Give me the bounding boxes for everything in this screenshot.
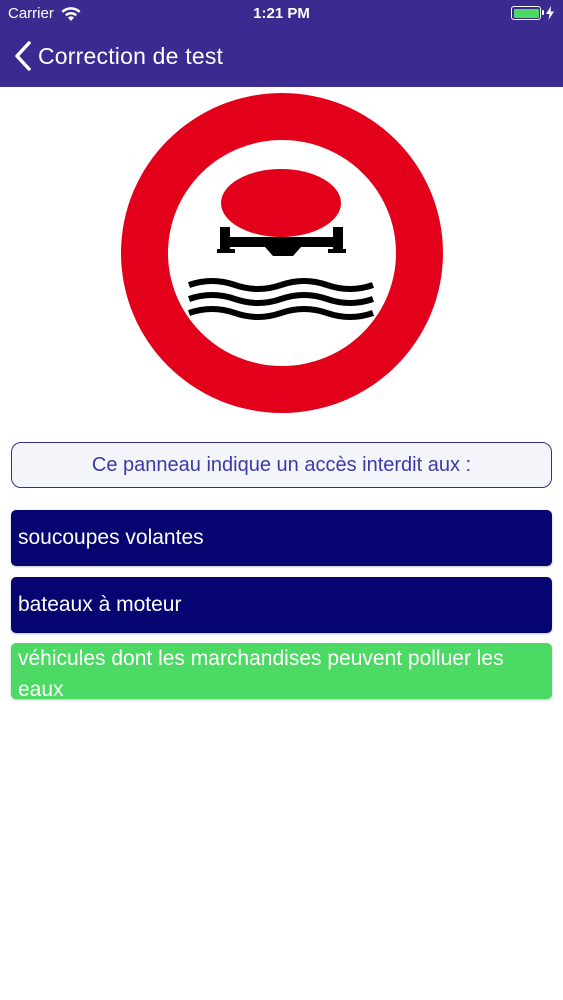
question-text: Ce panneau indique un accès interdit aux… <box>91 453 472 476</box>
answer-option-1[interactable]: soucoupes volantes <box>11 510 552 566</box>
chevron-left-icon <box>15 41 31 71</box>
status-time: 1:21 PM <box>253 5 310 22</box>
answer-option-2[interactable]: bateaux à moteur <box>11 577 552 633</box>
app-header: Carrier 1:21 PM Correction de test <box>0 0 563 87</box>
sign-image-area <box>0 87 563 422</box>
answer-label: véhicules dont les marchandises peuvent … <box>18 647 504 701</box>
battery-icon <box>511 6 544 20</box>
page-title: Correction de test <box>38 42 224 69</box>
status-bar: Carrier 1:21 PM <box>0 0 563 30</box>
answer-option-3-correct[interactable]: véhicules dont les marchandises peuvent … <box>11 643 552 701</box>
answer-label: soucoupes volantes <box>18 526 204 549</box>
road-sign-image <box>121 93 443 413</box>
question-prompt: Ce panneau indique un accès interdit aux… <box>11 442 552 488</box>
navigation-bar: Correction de test <box>0 35 563 79</box>
battery-indicator <box>511 6 555 20</box>
back-button[interactable]: Correction de test <box>14 41 223 71</box>
answer-label: bateaux à moteur <box>18 593 182 616</box>
charging-bolt-icon <box>546 6 554 20</box>
